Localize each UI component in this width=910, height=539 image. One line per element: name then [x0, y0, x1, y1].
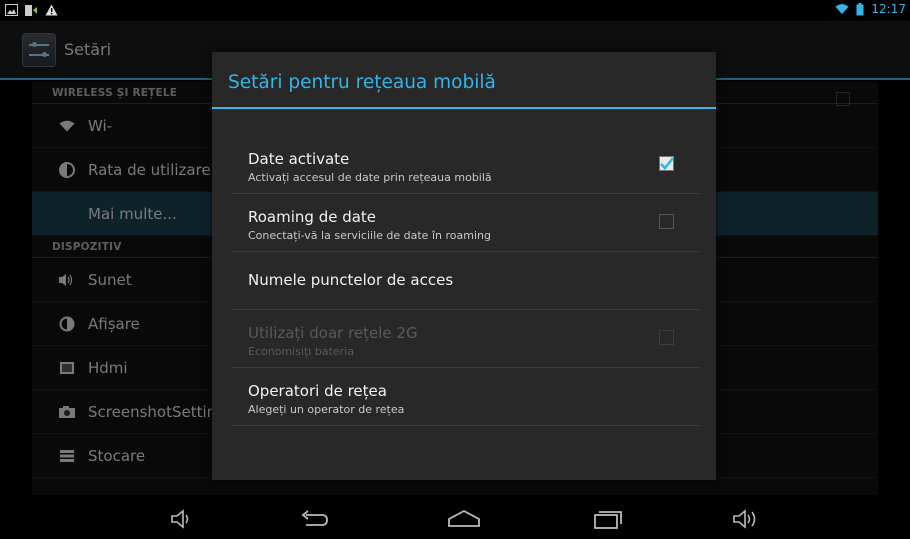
- option-title: Utilizați doar rețele 2G: [248, 324, 418, 342]
- option-use-2g-only: Utilizați doar rețele 2G Economisiți bat…: [232, 310, 700, 368]
- dialog-title: Setări pentru rețeaua mobilă: [212, 52, 716, 109]
- gallery-icon: [4, 3, 18, 17]
- battery-icon: [853, 2, 867, 16]
- option-summary: Activați accesul de date prin rețeaua mo…: [248, 171, 492, 184]
- checkmark-icon: [660, 157, 674, 170]
- option-title: Operatori de rețea: [248, 382, 387, 400]
- volume-down-icon[interactable]: [162, 505, 202, 533]
- system-status: 12:17: [835, 2, 906, 16]
- usb-debug-icon: [24, 3, 38, 17]
- navigation-bar: [0, 499, 910, 539]
- option-data-enabled[interactable]: Date activate Activați accesul de date p…: [232, 136, 700, 194]
- clock: 12:17: [871, 2, 906, 16]
- option-summary: Conectați-vă la serviciile de date în ro…: [248, 229, 491, 242]
- option-summary: Alegeți un operator de rețea: [248, 403, 405, 416]
- status-bar: 12:17: [0, 0, 910, 21]
- wifi-signal-icon: [835, 2, 849, 16]
- use-2g-only-checkbox: [659, 330, 674, 345]
- recent-apps-icon[interactable]: [588, 505, 628, 533]
- home-icon[interactable]: [444, 505, 484, 533]
- volume-up-icon[interactable]: [726, 505, 766, 533]
- option-summary: Economisiți bateria: [248, 345, 354, 358]
- warning-icon: [44, 3, 58, 17]
- data-enabled-checkbox[interactable]: [659, 156, 674, 171]
- option-title: Date activate: [248, 150, 350, 168]
- option-title: Numele punctelor de acces: [248, 271, 454, 289]
- option-data-roaming[interactable]: Roaming de date Conectați-vă la servicii…: [232, 194, 700, 252]
- data-roaming-checkbox[interactable]: [659, 214, 674, 229]
- option-access-point-names[interactable]: Numele punctelor de acces: [232, 252, 700, 310]
- mobile-network-dialog: Setări pentru rețeaua mobilă Date activa…: [212, 52, 716, 480]
- option-title: Roaming de date: [248, 208, 377, 226]
- dialog-options-list: Date activate Activați accesul de date p…: [232, 136, 700, 426]
- back-icon[interactable]: [294, 505, 334, 533]
- option-network-operators[interactable]: Operatori de rețea Alegeți un operator d…: [232, 368, 700, 426]
- notification-icons: [4, 3, 58, 17]
